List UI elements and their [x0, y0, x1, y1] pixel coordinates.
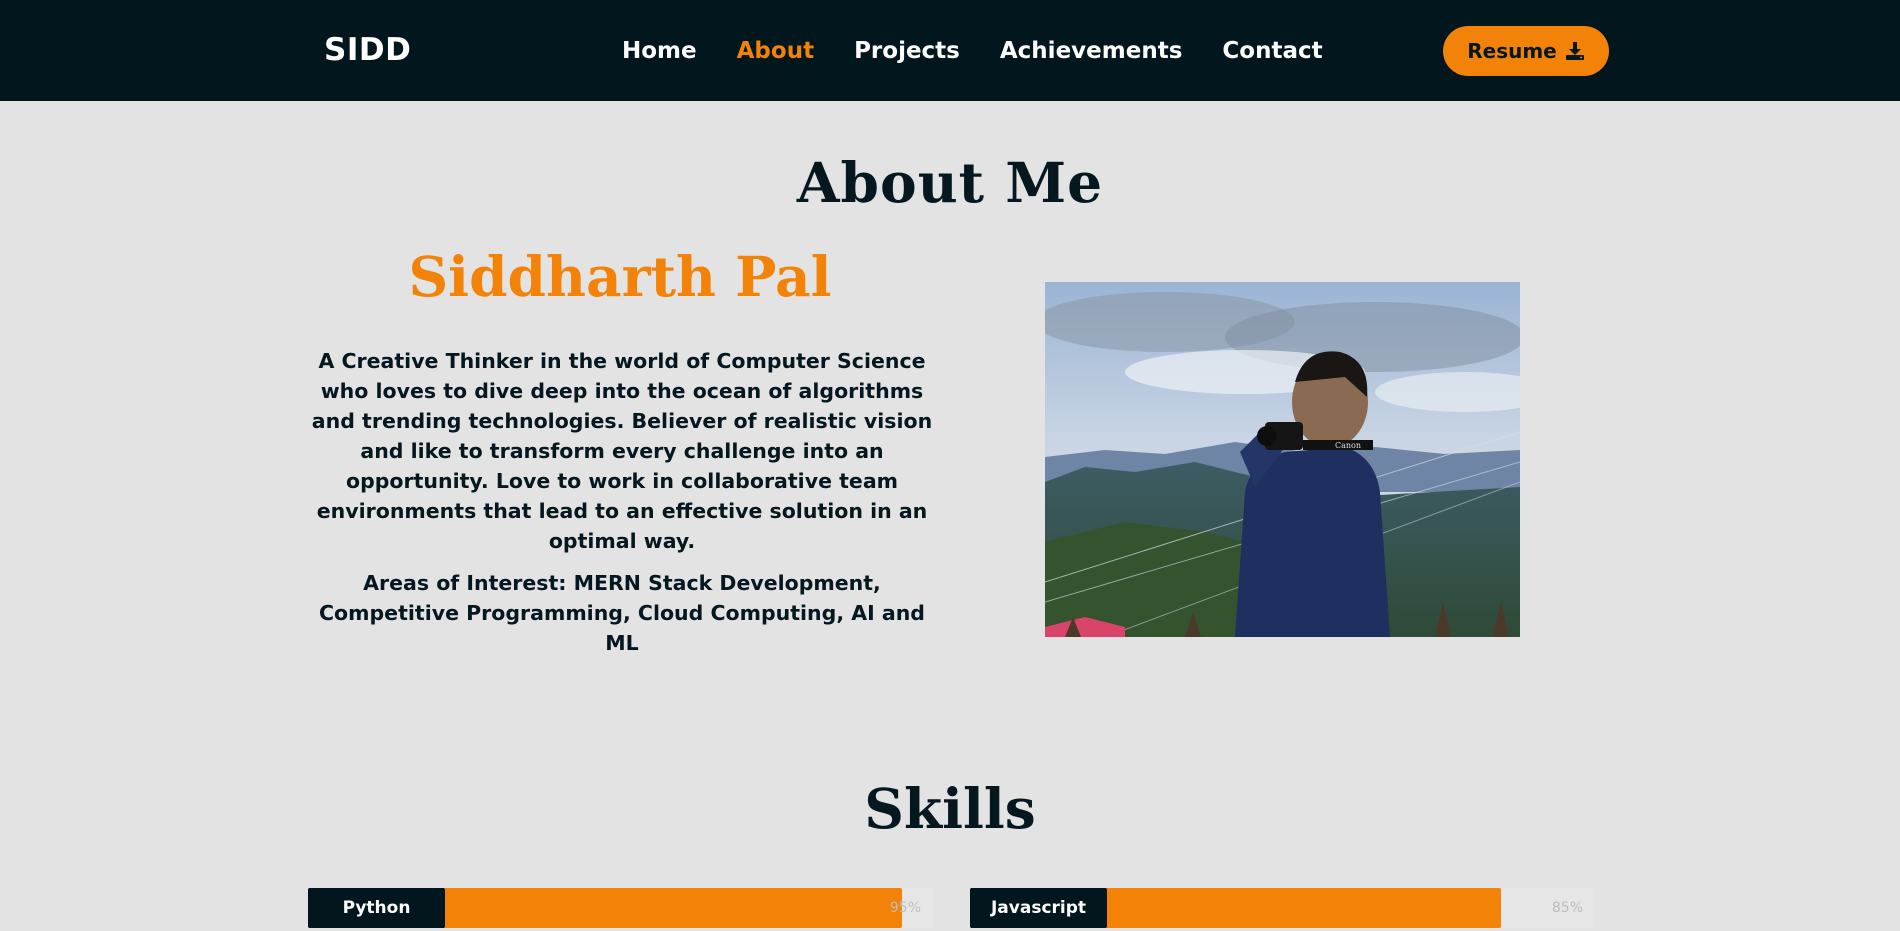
profile-name: Siddharth Pal — [408, 244, 832, 309]
skill-percent: 95% — [889, 900, 921, 916]
skill-label: Python — [308, 888, 445, 928]
skill-bar-python: 95% Python — [308, 888, 933, 928]
brand-logo[interactable]: SIDD — [324, 32, 411, 68]
skill-bar-javascript: 85% Javascript — [970, 888, 1595, 928]
nav-link-home[interactable]: Home — [622, 38, 697, 64]
camera-brand-text: Canon — [1335, 441, 1361, 450]
areas-of-interest: Areas of Interest: MERN Stack Developmen… — [319, 571, 925, 655]
nav-link-contact[interactable]: Contact — [1222, 38, 1322, 64]
nav-link-projects[interactable]: Projects — [854, 38, 960, 64]
download-icon — [1565, 41, 1585, 61]
resume-button-label: Resume — [1467, 39, 1557, 63]
about-heading: About Me — [796, 150, 1104, 215]
resume-button[interactable]: Resume — [1443, 26, 1609, 76]
navbar: SIDD Home About Projects Achievements Co… — [0, 0, 1900, 101]
skill-label: Javascript — [970, 888, 1107, 928]
skill-percent: 85% — [1551, 900, 1583, 916]
bio-paragraph: A Creative Thinker in the world of Compu… — [311, 349, 933, 553]
nav-link-achievements[interactable]: Achievements — [1000, 38, 1183, 64]
skills-heading: Skills — [864, 776, 1036, 841]
nav-links: Home About Projects Achievements Contact — [622, 38, 1323, 64]
nav-link-about[interactable]: About — [737, 38, 814, 64]
profile-photo: Canon — [1045, 282, 1520, 637]
